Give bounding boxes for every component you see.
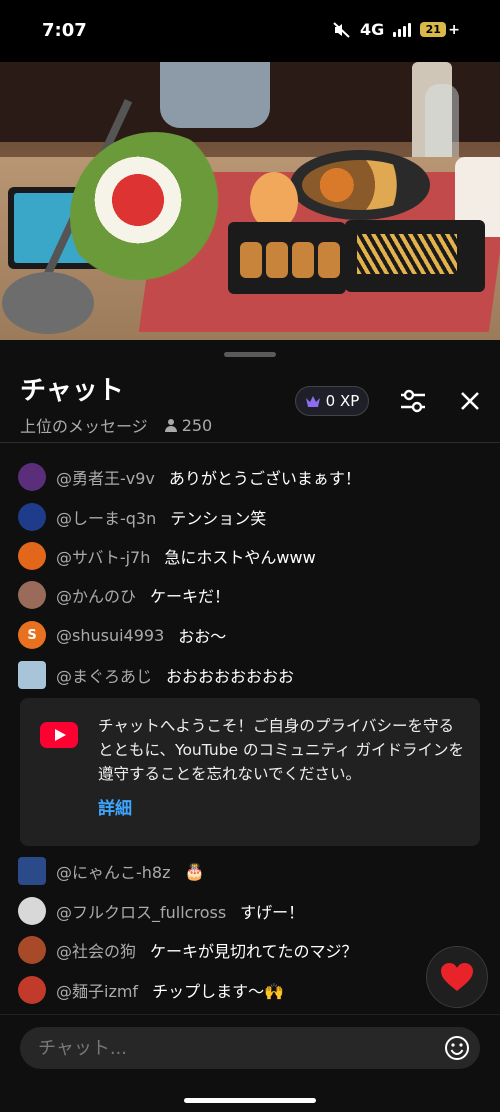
avatar[interactable]: [18, 542, 46, 570]
battery-icon: 21 +: [420, 22, 460, 38]
message-text: テンション笑: [170, 509, 267, 528]
avatar[interactable]: [18, 581, 46, 609]
xp-button[interactable]: 0 XP: [295, 386, 369, 416]
message-text: 🎂: [184, 861, 205, 881]
welcome-banner: チャットへようこそ！ご自身のプライバシーを守るとともに、YouTube のコミュ…: [20, 698, 480, 846]
avatar[interactable]: [18, 897, 46, 925]
chat-message[interactable]: S @shusui4993 おお〜: [18, 620, 226, 650]
avatar[interactable]: [18, 936, 46, 964]
avatar[interactable]: [18, 661, 46, 689]
viewer-count-value: 250: [181, 415, 213, 435]
message-text: おおおおおおおお: [166, 667, 295, 686]
chat-message[interactable]: @にゃんこ-h8z 🎂: [18, 856, 204, 886]
network-type: 4G: [360, 20, 385, 39]
chat-input[interactable]: [36, 1036, 440, 1060]
fries-tray-image: [345, 220, 485, 292]
chat-message[interactable]: @社会の狗 ケーキが見切れてたのマジ？: [18, 935, 358, 965]
message-author[interactable]: @かんのひ: [56, 583, 136, 607]
message-text: ケーキだ！: [150, 587, 231, 606]
home-indicator[interactable]: [184, 1098, 316, 1103]
message-author[interactable]: @フルクロス_fullcross: [56, 899, 226, 923]
croquette-tray-image: [228, 222, 346, 294]
message-text: ありがとうございまぁす！: [168, 469, 361, 488]
message-author[interactable]: @社会の狗: [56, 938, 136, 962]
mute-icon: [333, 21, 350, 38]
chat-input-container[interactable]: [20, 1027, 480, 1069]
filter-settings-icon[interactable]: [398, 388, 428, 414]
message-author[interactable]: @勇者王-v9v: [56, 465, 155, 489]
xp-label: 0 XP: [325, 392, 360, 410]
heart-icon: [441, 963, 473, 991]
status-icons: 4G 21 +: [333, 20, 460, 39]
avatar[interactable]: [18, 463, 46, 491]
message-author[interactable]: @にゃんこ-h8z: [56, 859, 171, 883]
flower-bouquet-image: [70, 132, 240, 302]
status-time: 7:07: [42, 20, 87, 41]
person-icon: [164, 419, 177, 432]
avatar[interactable]: [18, 503, 46, 531]
chat-message[interactable]: @しーま-q3n テンション笑: [18, 502, 266, 532]
message-text: チップします〜🙌: [152, 982, 285, 1001]
viewer-count: 250: [164, 415, 213, 435]
battery-level: 21: [420, 22, 447, 37]
message-text: すげー！: [240, 903, 305, 922]
status-bar: 7:07 4G 21 +: [0, 0, 500, 62]
signal-icon: [393, 22, 412, 37]
person-image: [160, 62, 270, 128]
chat-message[interactable]: @まぐろあじ おおおおおおおお: [18, 660, 294, 690]
chat-message[interactable]: @勇者王-v9v ありがとうございまぁす！: [18, 462, 361, 492]
chat-message[interactable]: @麺子izmf チップします〜🙌: [18, 975, 284, 1005]
chat-panel: チャット 上位のメッセージ 250 0 XP @勇者王-v9v ありがとうござい…: [0, 340, 500, 1112]
details-link[interactable]: 詳細: [98, 794, 132, 819]
message-author[interactable]: @麺子izmf: [56, 978, 138, 1002]
crown-icon: [305, 395, 320, 407]
avatar[interactable]: S: [18, 621, 46, 649]
message-text: ケーキが見切れてたのマジ？: [150, 942, 358, 961]
message-text: おお〜: [178, 627, 227, 646]
header-divider: [0, 442, 500, 443]
chat-input-bar: [0, 1014, 500, 1112]
avatar[interactable]: [18, 857, 46, 885]
microphone-base-image: [2, 272, 94, 334]
avatar[interactable]: [18, 976, 46, 1004]
drag-handle[interactable]: [224, 352, 276, 357]
emoji-icon[interactable]: [444, 1035, 470, 1061]
message-author[interactable]: @shusui4993: [56, 626, 164, 645]
chat-mode-selector[interactable]: 上位のメッセージ 250: [20, 413, 212, 437]
close-icon[interactable]: [455, 386, 485, 416]
chat-title: チャット: [20, 376, 124, 406]
chat-message[interactable]: @かんのひ ケーキだ！: [18, 580, 230, 610]
chat-message[interactable]: @サバト-j7h 急にホストやんwww: [18, 541, 316, 571]
welcome-text: チャットへようこそ！ご自身のプライバシーを守るとともに、YouTube のコミュ…: [98, 717, 464, 783]
chat-message[interactable]: @フルクロス_fullcross すげー！: [18, 896, 304, 926]
food-platter-image: [290, 150, 430, 220]
message-author[interactable]: @まぐろあじ: [56, 663, 152, 687]
message-author[interactable]: @サバト-j7h: [56, 544, 150, 568]
live-video[interactable]: [0, 62, 500, 340]
message-author[interactable]: @しーま-q3n: [56, 505, 156, 529]
youtube-logo-icon: [40, 722, 78, 748]
heart-reaction-button[interactable]: [426, 946, 488, 1008]
chat-mode-label: 上位のメッセージ: [20, 417, 148, 436]
message-text: 急にホストやんwww: [164, 548, 316, 567]
